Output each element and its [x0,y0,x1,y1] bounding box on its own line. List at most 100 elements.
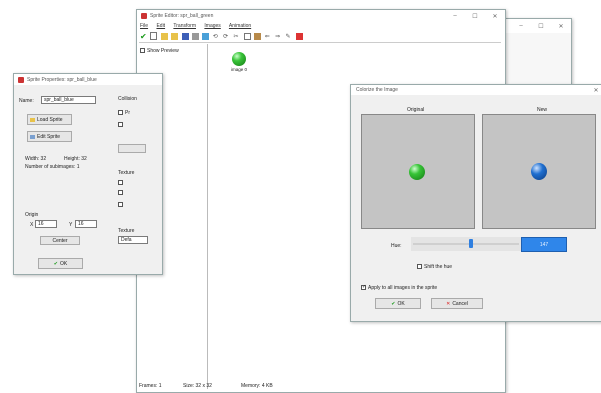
edit-sprite-button[interactable]: Edit Sprite [27,131,72,142]
close-icon[interactable]: ✕ [485,13,505,20]
checkmark-icon: ✔ [53,260,58,267]
status-bar: Frames: 1 Size: 32 x 32 Memory: 4 KB [137,382,505,391]
texture-check-2[interactable] [118,190,125,196]
new-icon[interactable] [150,32,158,40]
sprite-editor-titlebar: Sprite Editor: spr_ball_green – ☐ ✕ [137,10,505,22]
load-sprite-button[interactable]: Load Sprite [27,114,72,125]
texture-label: Texture [118,170,135,176]
checkbox-box[interactable] [417,264,422,270]
menu-edit[interactable]: Edit [156,23,165,29]
cancel-button[interactable]: ✕ Cancel [431,298,483,309]
pencil-icon[interactable]: ✎ [285,33,292,40]
minimize-icon[interactable]: – [511,23,531,29]
checkmark-icon: ✔ [391,300,396,307]
sprite-properties-title: Sprite Properties: spr_ball_blue [27,76,97,83]
menu-images[interactable]: Images [204,23,220,29]
add-from-file-icon[interactable] [171,32,179,40]
center-button[interactable]: Center [40,236,80,245]
name-field[interactable]: spr_ball_blue [41,96,96,104]
status-memory: Memory: 4 KB [241,383,273,389]
collision-check-2[interactable] [118,122,125,128]
arrow-left-icon[interactable]: ⇐ [265,33,272,40]
x-label: X [30,222,34,228]
shift-hue-label: Shift the hue [424,264,453,270]
height-text: Height: 32 [64,156,87,162]
open-icon[interactable] [160,32,168,40]
sprite-thumbnail[interactable]: image 0 [228,50,250,72]
sprite-editor-title: Sprite Editor: spr_ball_green [150,13,214,19]
show-preview-label: Show Preview [147,48,179,54]
checkbox-checked[interactable]: ✓ [361,285,366,291]
edit-icon [30,134,35,139]
ok-label: OK [397,300,405,307]
app-icon [18,76,24,83]
checkbox-box[interactable] [118,110,123,116]
colorize-titlebar: Colorize the Image ✕ [351,85,601,95]
save-icon[interactable] [181,32,189,40]
load-sprite-label: Load Sprite [37,116,63,123]
width-text: Width: 32 [25,156,47,162]
toolbar: ✔ ⟲ ⟳ ✂ ⇐ ⇒ ✎ [139,32,501,43]
shift-hue-checkbox[interactable]: Shift the hue [417,264,452,270]
new-preview [482,114,596,229]
new-label: New [537,107,548,113]
collision-check-1-label: Pr [125,110,130,116]
name-label: Name: [19,98,34,104]
subimages-text: Number of subimages: 1 [25,164,80,170]
hue-value-box[interactable]: 147 [521,237,567,252]
menu-animation[interactable]: Animation [229,23,251,29]
ok-label: OK [59,260,68,267]
minimize-icon[interactable]: – [445,13,465,19]
paste-icon[interactable] [254,32,262,40]
undo-icon[interactable]: ⟲ [213,33,220,40]
checkbox-box[interactable] [118,122,123,128]
ok-button[interactable]: ✔ OK [375,298,421,309]
origin-label: Origin [25,212,39,218]
collision-label: Collision [118,96,137,102]
collision-check-1[interactable]: Pr [118,110,130,116]
green-ball [232,52,246,66]
original-label: Original [407,107,425,113]
ok-button[interactable]: ✔ OK [38,258,83,269]
cancel-x-icon: ✕ [446,300,451,307]
redo-icon[interactable]: ⟳ [223,33,230,40]
show-preview-checkbox[interactable]: Show Preview [140,48,179,54]
print-icon[interactable] [191,32,199,40]
close-icon[interactable]: ✕ [589,87,601,94]
sprite-properties-titlebar: Sprite Properties: spr_ball_blue [14,74,162,85]
insert-icon[interactable] [202,32,210,40]
app-icon [141,13,147,19]
original-preview [361,114,475,229]
origin-y-field[interactable]: 16 [75,220,97,228]
modify-mask-button[interactable] [118,144,146,153]
original-ball [409,164,425,180]
hue-slider-track [413,243,519,245]
texture-group-select[interactable]: Defa [118,236,148,244]
checkbox-box[interactable] [118,202,123,208]
checkbox-box[interactable] [140,48,145,54]
texture-check-3[interactable] [118,202,125,208]
palette-icon[interactable] [295,32,303,40]
origin-x-field[interactable]: 16 [35,220,57,228]
checkmark-icon[interactable]: ✔ [140,32,147,40]
sprite-properties-window: Sprite Properties: spr_ball_blue Name: s… [13,73,163,275]
checkbox-box[interactable] [118,190,123,196]
menu-file[interactable]: File [140,23,148,29]
y-label: Y [69,222,73,228]
texture-check-1[interactable] [118,180,125,186]
colorize-title: Colorize the Image [356,87,398,93]
arrow-right-icon[interactable]: ⇒ [275,33,282,40]
cut-icon[interactable]: ✂ [234,33,241,40]
maximize-icon[interactable]: ☐ [465,13,485,20]
image-label: image 0 [230,67,247,72]
hue-slider-thumb[interactable] [469,239,473,248]
copy-icon[interactable] [243,32,251,40]
close-icon[interactable]: ✕ [551,23,571,30]
apply-all-label: Apply to all images in the sprite [368,285,438,291]
apply-all-checkbox[interactable]: ✓ Apply to all images in the sprite [361,285,437,291]
checkbox-box[interactable] [118,180,123,186]
edit-sprite-label: Edit Sprite [37,133,61,140]
hue-slider[interactable] [411,237,521,251]
maximize-icon[interactable]: ☐ [531,23,551,30]
menu-transform[interactable]: Transform [173,23,196,29]
